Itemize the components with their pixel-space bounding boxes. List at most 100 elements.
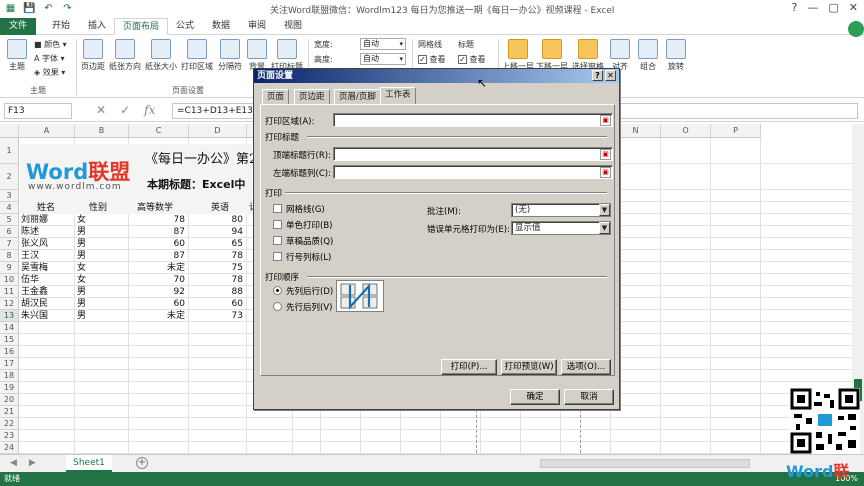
table-cell[interactable]: 73 (189, 310, 243, 323)
column-header[interactable]: O (661, 124, 711, 138)
row-header[interactable]: 18 (0, 370, 19, 382)
tab-formulas[interactable]: 公式 (168, 18, 202, 35)
over-then-down-radio[interactable]: 先行后列(V) (273, 301, 332, 313)
breaks-button[interactable]: 分隔符 (216, 39, 244, 72)
fx-icon[interactable]: fx (144, 103, 155, 117)
enter-icon[interactable]: ✓ (120, 103, 130, 117)
table-cell[interactable]: 朱兴国 (21, 310, 48, 323)
redo-icon[interactable]: ↷ (61, 2, 74, 15)
prev-sheet-icon[interactable]: ◀ (10, 458, 17, 468)
horizontal-scrollbar[interactable] (540, 459, 750, 468)
gridlines-checkbox[interactable]: 网格线(G) (273, 203, 325, 215)
row-header[interactable]: 8 (0, 250, 19, 262)
row-header[interactable]: 9 (0, 262, 19, 274)
effects-button[interactable]: ◈ 效果 ▾ (34, 67, 65, 78)
cancel-icon[interactable]: ✕ (96, 103, 106, 117)
name-box[interactable]: F13 (4, 103, 72, 119)
collapse-dialog-icon[interactable]: ▣ (600, 167, 611, 178)
table-cell[interactable]: 男 (77, 310, 86, 323)
collapse-dialog-icon[interactable]: ▣ (600, 115, 611, 126)
save-icon[interactable]: 💾 (23, 2, 36, 15)
row-header[interactable]: 23 (0, 430, 19, 442)
row-header[interactable]: 19 (0, 382, 19, 394)
dialog-tab-page[interactable]: 页面 (262, 89, 290, 104)
dropdown-arrow-icon[interactable]: ▼ (599, 222, 610, 234)
close-button[interactable]: ✕ (849, 1, 858, 14)
add-sheet-button[interactable]: + (136, 457, 148, 469)
ok-button[interactable]: 确定 (510, 389, 560, 405)
margins-button[interactable]: 页边距 (80, 39, 106, 72)
dialog-close-button[interactable]: ✕ (605, 70, 616, 81)
row-header[interactable]: 3 (0, 190, 19, 202)
black-white-checkbox[interactable]: 单色打印(B) (273, 219, 332, 231)
undo-icon[interactable]: ↶ (42, 2, 55, 15)
comments-select[interactable]: (无) ▼ (511, 203, 611, 217)
dropdown-arrow-icon[interactable]: ▼ (599, 204, 610, 216)
tab-insert[interactable]: 插入 (80, 18, 114, 35)
tab-page-layout[interactable]: 页面布局 (114, 18, 169, 35)
select-all-corner[interactable] (0, 124, 19, 138)
gridlines-view-checkbox[interactable]: ✓ 查看 (418, 54, 446, 65)
dialog-help-button[interactable]: ? (592, 70, 603, 81)
themes-button[interactable]: 主题 (4, 39, 30, 72)
options-button[interactable]: 选项(O)... (561, 359, 611, 375)
row-header[interactable]: 4 (0, 202, 19, 214)
print-preview-button[interactable]: 打印预览(W) (501, 359, 557, 375)
row-header[interactable]: 13 (0, 310, 19, 322)
row-header[interactable]: 2 (0, 164, 19, 190)
left-cols-input[interactable] (333, 165, 613, 179)
table-cell[interactable]: 未定 (129, 310, 185, 323)
dialog-tab-header-footer[interactable]: 页眉/页脚 (334, 89, 381, 104)
tab-file[interactable]: 文件 (0, 18, 36, 35)
column-header[interactable]: P (711, 124, 761, 138)
row-header[interactable]: 11 (0, 286, 19, 298)
group-button[interactable]: 组合 (636, 39, 660, 72)
row-header[interactable]: 1 (0, 138, 19, 164)
draft-quality-checkbox[interactable]: 草稿品质(Q) (273, 235, 333, 247)
print-button[interactable]: 打印(P)... (441, 359, 497, 375)
colors-button[interactable]: ■ 颜色 ▾ (34, 39, 67, 50)
row-header[interactable]: 22 (0, 418, 19, 430)
row-header[interactable]: 6 (0, 226, 19, 238)
row-header[interactable]: 16 (0, 346, 19, 358)
row-header[interactable]: 5 (0, 214, 19, 226)
row-header[interactable]: 12 (0, 298, 19, 310)
row-col-headings-checkbox[interactable]: 行号列标(L) (273, 251, 331, 263)
errors-select[interactable]: 显示值 ▼ (511, 221, 611, 235)
account-avatar[interactable] (848, 21, 864, 37)
dialog-tab-sheet[interactable]: 工作表 (380, 87, 416, 104)
top-rows-input[interactable] (333, 147, 613, 161)
help-button[interactable]: ? (792, 1, 798, 14)
row-header[interactable]: 10 (0, 274, 19, 286)
fonts-button[interactable]: A 字体 ▾ (34, 53, 65, 64)
tab-home[interactable]: 开始 (44, 18, 78, 35)
column-header[interactable]: C (129, 124, 189, 138)
tab-review[interactable]: 审阅 (240, 18, 274, 35)
print-area-button[interactable]: 打印区域 (180, 39, 214, 72)
column-header[interactable]: D (189, 124, 247, 138)
headings-view-checkbox[interactable]: ✓ 查看 (458, 54, 486, 65)
size-button[interactable]: 纸张大小 (144, 39, 178, 72)
width-select[interactable]: 自动 (360, 38, 406, 50)
tab-data[interactable]: 数据 (204, 18, 238, 35)
print-area-input[interactable] (333, 113, 613, 127)
row-header[interactable]: 21 (0, 406, 19, 418)
tab-view[interactable]: 视图 (276, 18, 310, 35)
row-header[interactable]: 15 (0, 334, 19, 346)
maximize-button[interactable]: ▢ (828, 1, 838, 14)
down-then-over-radio[interactable]: 先列后行(D) (273, 285, 333, 297)
table-header-cell[interactable]: 性别 (89, 202, 107, 215)
row-header[interactable]: 24 (0, 442, 19, 454)
orientation-button[interactable]: 纸张方向 (108, 39, 142, 72)
column-header[interactable]: A (19, 124, 75, 138)
rotate-button[interactable]: 旋转 (664, 39, 688, 72)
dialog-tab-margins[interactable]: 页边距 (294, 89, 330, 104)
minimize-button[interactable]: — (807, 1, 818, 14)
cancel-button[interactable]: 取消 (564, 389, 614, 405)
row-header[interactable]: 20 (0, 394, 19, 406)
column-header[interactable]: B (75, 124, 129, 138)
height-select[interactable]: 自动 (360, 53, 406, 65)
collapse-dialog-icon[interactable]: ▣ (600, 149, 611, 160)
row-header[interactable]: 14 (0, 322, 19, 334)
row-header[interactable]: 17 (0, 358, 19, 370)
